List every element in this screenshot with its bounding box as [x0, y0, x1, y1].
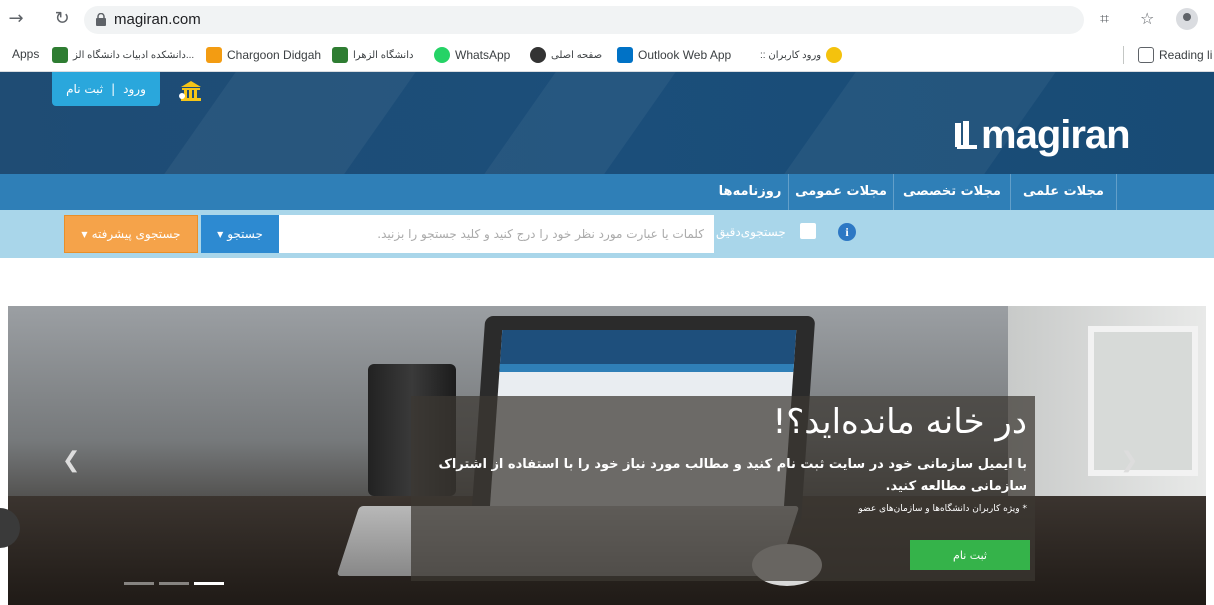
search-bar: ▼ جستجوی پیشرفته ▼ جستجو جستجوی‌دقیق i — [0, 210, 1214, 258]
bookmark-alzahra[interactable]: دانشگاه الزهرا — [332, 47, 413, 63]
url-text: magiran.com — [114, 11, 201, 28]
site-header: ثبت نام | ورود magiran — [0, 72, 1214, 174]
advanced-search-button[interactable]: ▼ جستجوی پیشرفته — [64, 215, 198, 253]
globe-icon — [530, 47, 546, 63]
main-navigation: مجلات علمی مجلات تخصصی مجلات عمومی روزنا… — [0, 174, 1214, 210]
exact-search-label: جستجوی‌دقیق — [716, 225, 786, 239]
search-input[interactable] — [279, 215, 714, 253]
reading-list-icon — [1138, 47, 1154, 63]
promo-box: در خانه مانده‌اید؟! با ایمیل سازمانی خود… — [411, 396, 1035, 581]
promo-text: با ایمیل سازمانی خود در سایت ثبت نام کنی… — [438, 457, 1027, 494]
bookmarks-bar: Apps دانشکده ادبیات دانشگاه الز... Charg… — [0, 38, 1214, 72]
header-decoration — [484, 72, 676, 174]
address-bar[interactable]: magiran.com — [84, 6, 1084, 34]
carousel-indicator[interactable] — [124, 582, 154, 585]
register-link[interactable]: ثبت نام — [66, 82, 103, 96]
bookmark-apps[interactable]: Apps — [12, 47, 39, 61]
magiran-logo[interactable]: magiran — [955, 110, 1131, 160]
tree-icon — [52, 47, 68, 63]
promo-note: * ویژه کاربران دانشگاه‌ها و سازمان‌های ع… — [858, 504, 1027, 514]
laptop-screen-header — [499, 330, 797, 364]
browser-toolbar: → ↻ magiran.com ⌗ ☆ — [0, 0, 1214, 38]
promo-title: در خانه مانده‌اید؟! — [772, 402, 1027, 442]
reading-list-label: Reading li — [1159, 48, 1213, 62]
forward-icon[interactable]: → — [6, 9, 26, 29]
hero-window-image — [1088, 326, 1198, 476]
bookmark-label: دانشگاه الزهرا — [353, 49, 414, 61]
carousel-prev-icon[interactable]: ❮ — [62, 448, 80, 473]
separator: | — [111, 82, 116, 96]
nav-divider — [788, 174, 789, 210]
nav-scientific-journals[interactable]: مجلات علمی — [1011, 174, 1116, 210]
bookmarks-divider — [1123, 46, 1124, 64]
bookmark-label: Outlook Web App — [638, 48, 732, 62]
login-register-button[interactable]: ثبت نام | ورود — [52, 72, 160, 106]
bookmark-whatsapp[interactable]: WhatsApp — [434, 47, 510, 63]
login-link[interactable]: ورود — [123, 82, 146, 96]
profile-avatar-icon[interactable] — [1176, 8, 1198, 30]
bookmark-label: :: ورود کاربران — [760, 49, 822, 61]
bookmark-label: صفحه اصلی — [551, 49, 603, 61]
search-button-label: جستجو — [227, 227, 263, 241]
caret-down-icon: ▼ — [81, 229, 88, 239]
carousel-next-icon[interactable]: ❯ — [1120, 448, 1138, 473]
reload-icon[interactable]: ↻ — [52, 9, 72, 29]
promo-signup-button[interactable]: ثبت نام — [910, 540, 1030, 570]
bookmark-label: WhatsApp — [455, 48, 511, 62]
caret-down-icon: ▼ — [217, 229, 224, 239]
exact-search-checkbox[interactable] — [800, 223, 816, 239]
carousel-indicator-active[interactable] — [194, 582, 224, 585]
search-button[interactable]: ▼ جستجو — [201, 215, 279, 253]
nav-divider — [893, 174, 894, 210]
bookmark-chargoon[interactable]: Chargoon Didgah — [206, 47, 321, 63]
bookmark-label: Apps — [12, 47, 40, 61]
bookmark-outlook[interactable]: Outlook Web App — [617, 47, 731, 63]
carousel-indicators — [124, 582, 224, 585]
lock-icon — [96, 13, 106, 26]
tree-icon — [332, 47, 348, 63]
whatsapp-icon — [434, 47, 450, 63]
advanced-search-label: جستجوی پیشرفته — [91, 227, 181, 241]
smiley-icon — [826, 47, 843, 63]
bookmark-label: Chargoon Didgah — [227, 48, 322, 62]
laptop-screen-nav — [499, 364, 794, 372]
info-icon[interactable]: i — [838, 223, 856, 241]
logo-text: magiran — [981, 112, 1131, 157]
nav-newspapers[interactable]: روزنامه‌ها — [712, 174, 788, 210]
bookmark-label: دانشکده ادبیات دانشگاه الز... — [73, 49, 195, 61]
extension-icon[interactable]: ⌗ — [1100, 9, 1109, 29]
star-icon[interactable]: ☆ — [1140, 9, 1154, 28]
nav-specialized-journals[interactable]: مجلات تخصصی — [894, 174, 1010, 210]
logo-mark-icon — [955, 121, 977, 149]
carousel-indicator[interactable] — [159, 582, 189, 585]
nav-divider — [1116, 174, 1117, 210]
bookmark-user-login[interactable]: :: ورود کاربران — [760, 47, 843, 63]
outlook-icon — [617, 47, 633, 63]
reading-list[interactable]: Reading li — [1138, 47, 1212, 63]
chargoon-icon — [206, 47, 222, 63]
bookmark-literature-faculty[interactable]: دانشکده ادبیات دانشگاه الز... — [52, 47, 194, 63]
hero-carousel: در خانه مانده‌اید؟! با ایمیل سازمانی خود… — [8, 306, 1206, 605]
institution-icon[interactable] — [177, 80, 205, 102]
nav-divider — [1010, 174, 1011, 210]
bookmark-home-page[interactable]: صفحه اصلی — [530, 47, 602, 63]
nav-general-magazines[interactable]: مجلات عمومی — [789, 174, 893, 210]
